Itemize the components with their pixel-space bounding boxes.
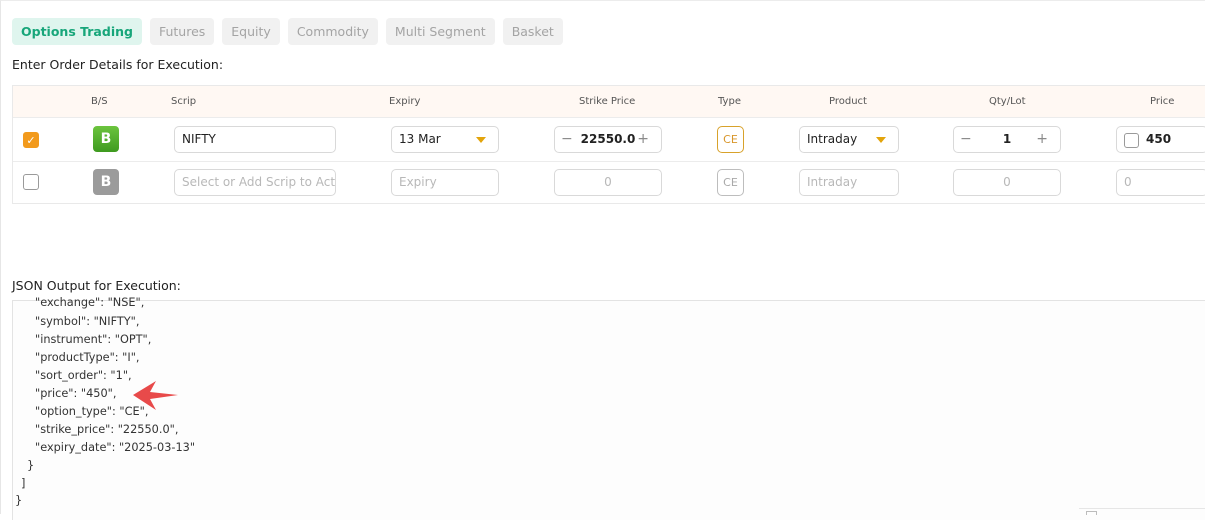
json-section-label: JSON Output for Execution: (12, 278, 181, 293)
scrip-input[interactable]: NIFTY (174, 126, 336, 153)
price-input[interactable]: 0 (1116, 169, 1205, 196)
chevron-down-icon (476, 137, 486, 143)
json-line-price: "price": "450", (35, 387, 117, 400)
row-select-checkbox[interactable]: ✓ (23, 132, 39, 148)
tab-commodity[interactable]: Commodity (287, 18, 378, 45)
option-type-toggle[interactable]: CE (717, 126, 744, 153)
header-scrip: Scrip (171, 96, 197, 107)
json-line: "exchange": "NSE", (35, 296, 145, 309)
check-icon: ✓ (26, 134, 36, 147)
strike-price-value: 22550.0 (580, 132, 636, 146)
resize-handle-icon[interactable] (1086, 511, 1097, 515)
json-output-panel[interactable]: "exchange": "NSE", "symbol": "NIFTY", "i… (12, 296, 1205, 520)
segment-tabs: Options Trading Futures Equity Commodity… (12, 18, 563, 45)
header-type: Type (718, 96, 741, 107)
json-line: "symbol": "NIFTY", (35, 315, 140, 328)
price-value: 450 (1146, 132, 1172, 146)
quantity-stepper[interactable]: − 1 + (953, 126, 1061, 153)
json-line: ] (21, 477, 26, 490)
tab-options-trading[interactable]: Options Trading (12, 18, 142, 45)
minus-icon[interactable]: − (561, 127, 573, 152)
product-select[interactable]: Intraday (799, 169, 899, 196)
market-price-checkbox[interactable] (1124, 133, 1139, 148)
json-line: "productType": "I", (35, 351, 140, 364)
option-type-toggle[interactable]: CE (717, 169, 744, 196)
order-section-label: Enter Order Details for Execution: (12, 57, 224, 72)
header-bs: B/S (91, 96, 108, 107)
plus-icon[interactable]: + (1036, 127, 1048, 152)
minus-icon[interactable]: − (960, 127, 972, 152)
table-header: B/S Scrip Expiry Strike Price Type Produ… (13, 86, 1205, 118)
header-qty-lot: Qty/Lot (989, 96, 1026, 107)
table-row: ✓ B NIFTY 13 Mar − 22550.0 + CE Intraday… (13, 118, 1205, 162)
expiry-select[interactable]: Expiry (391, 169, 499, 196)
json-line: "instrument": "OPT", (35, 333, 152, 346)
json-line: "strike_price": "22550.0", (35, 423, 179, 436)
json-line: } (27, 459, 35, 472)
quantity-stepper[interactable]: 0 (953, 169, 1061, 196)
annotation-arrow-icon (133, 381, 178, 410)
header-expiry: Expiry (389, 96, 421, 107)
expiry-select[interactable]: 13 Mar (391, 126, 499, 153)
scrip-input[interactable]: Select or Add Scrip to Activate (174, 169, 336, 196)
strike-price-stepper[interactable]: 0 (554, 169, 662, 196)
product-value: Intraday (807, 132, 858, 146)
buy-sell-toggle[interactable]: B (93, 169, 119, 195)
table-row: B Select or Add Scrip to Activate Expiry… (13, 162, 1205, 204)
plus-icon[interactable]: + (637, 127, 649, 152)
expiry-value: 13 Mar (399, 132, 441, 146)
strike-price-stepper[interactable]: − 22550.0 + (554, 126, 662, 153)
order-table: B/S Scrip Expiry Strike Price Type Produ… (12, 85, 1205, 204)
header-product: Product (829, 96, 867, 107)
footer-divider (1079, 508, 1205, 514)
buy-sell-toggle[interactable]: B (93, 126, 119, 152)
json-line: "sort_order": "1", (35, 369, 132, 382)
json-line: "expiry_date": "2025-03-13" (35, 441, 196, 454)
price-input[interactable]: 450 (1116, 126, 1205, 153)
chevron-down-icon (876, 137, 886, 143)
product-select[interactable]: Intraday (799, 126, 899, 153)
tab-multi-segment[interactable]: Multi Segment (385, 18, 495, 45)
header-strike-price: Strike Price (579, 96, 636, 107)
tab-equity[interactable]: Equity (222, 18, 280, 45)
quantity-value: 1 (1002, 132, 1012, 146)
header-price: Price (1150, 96, 1175, 107)
json-line: } (15, 494, 23, 507)
tab-futures[interactable]: Futures (149, 18, 215, 45)
tab-basket[interactable]: Basket (502, 18, 563, 45)
row-select-checkbox[interactable] (23, 174, 39, 190)
